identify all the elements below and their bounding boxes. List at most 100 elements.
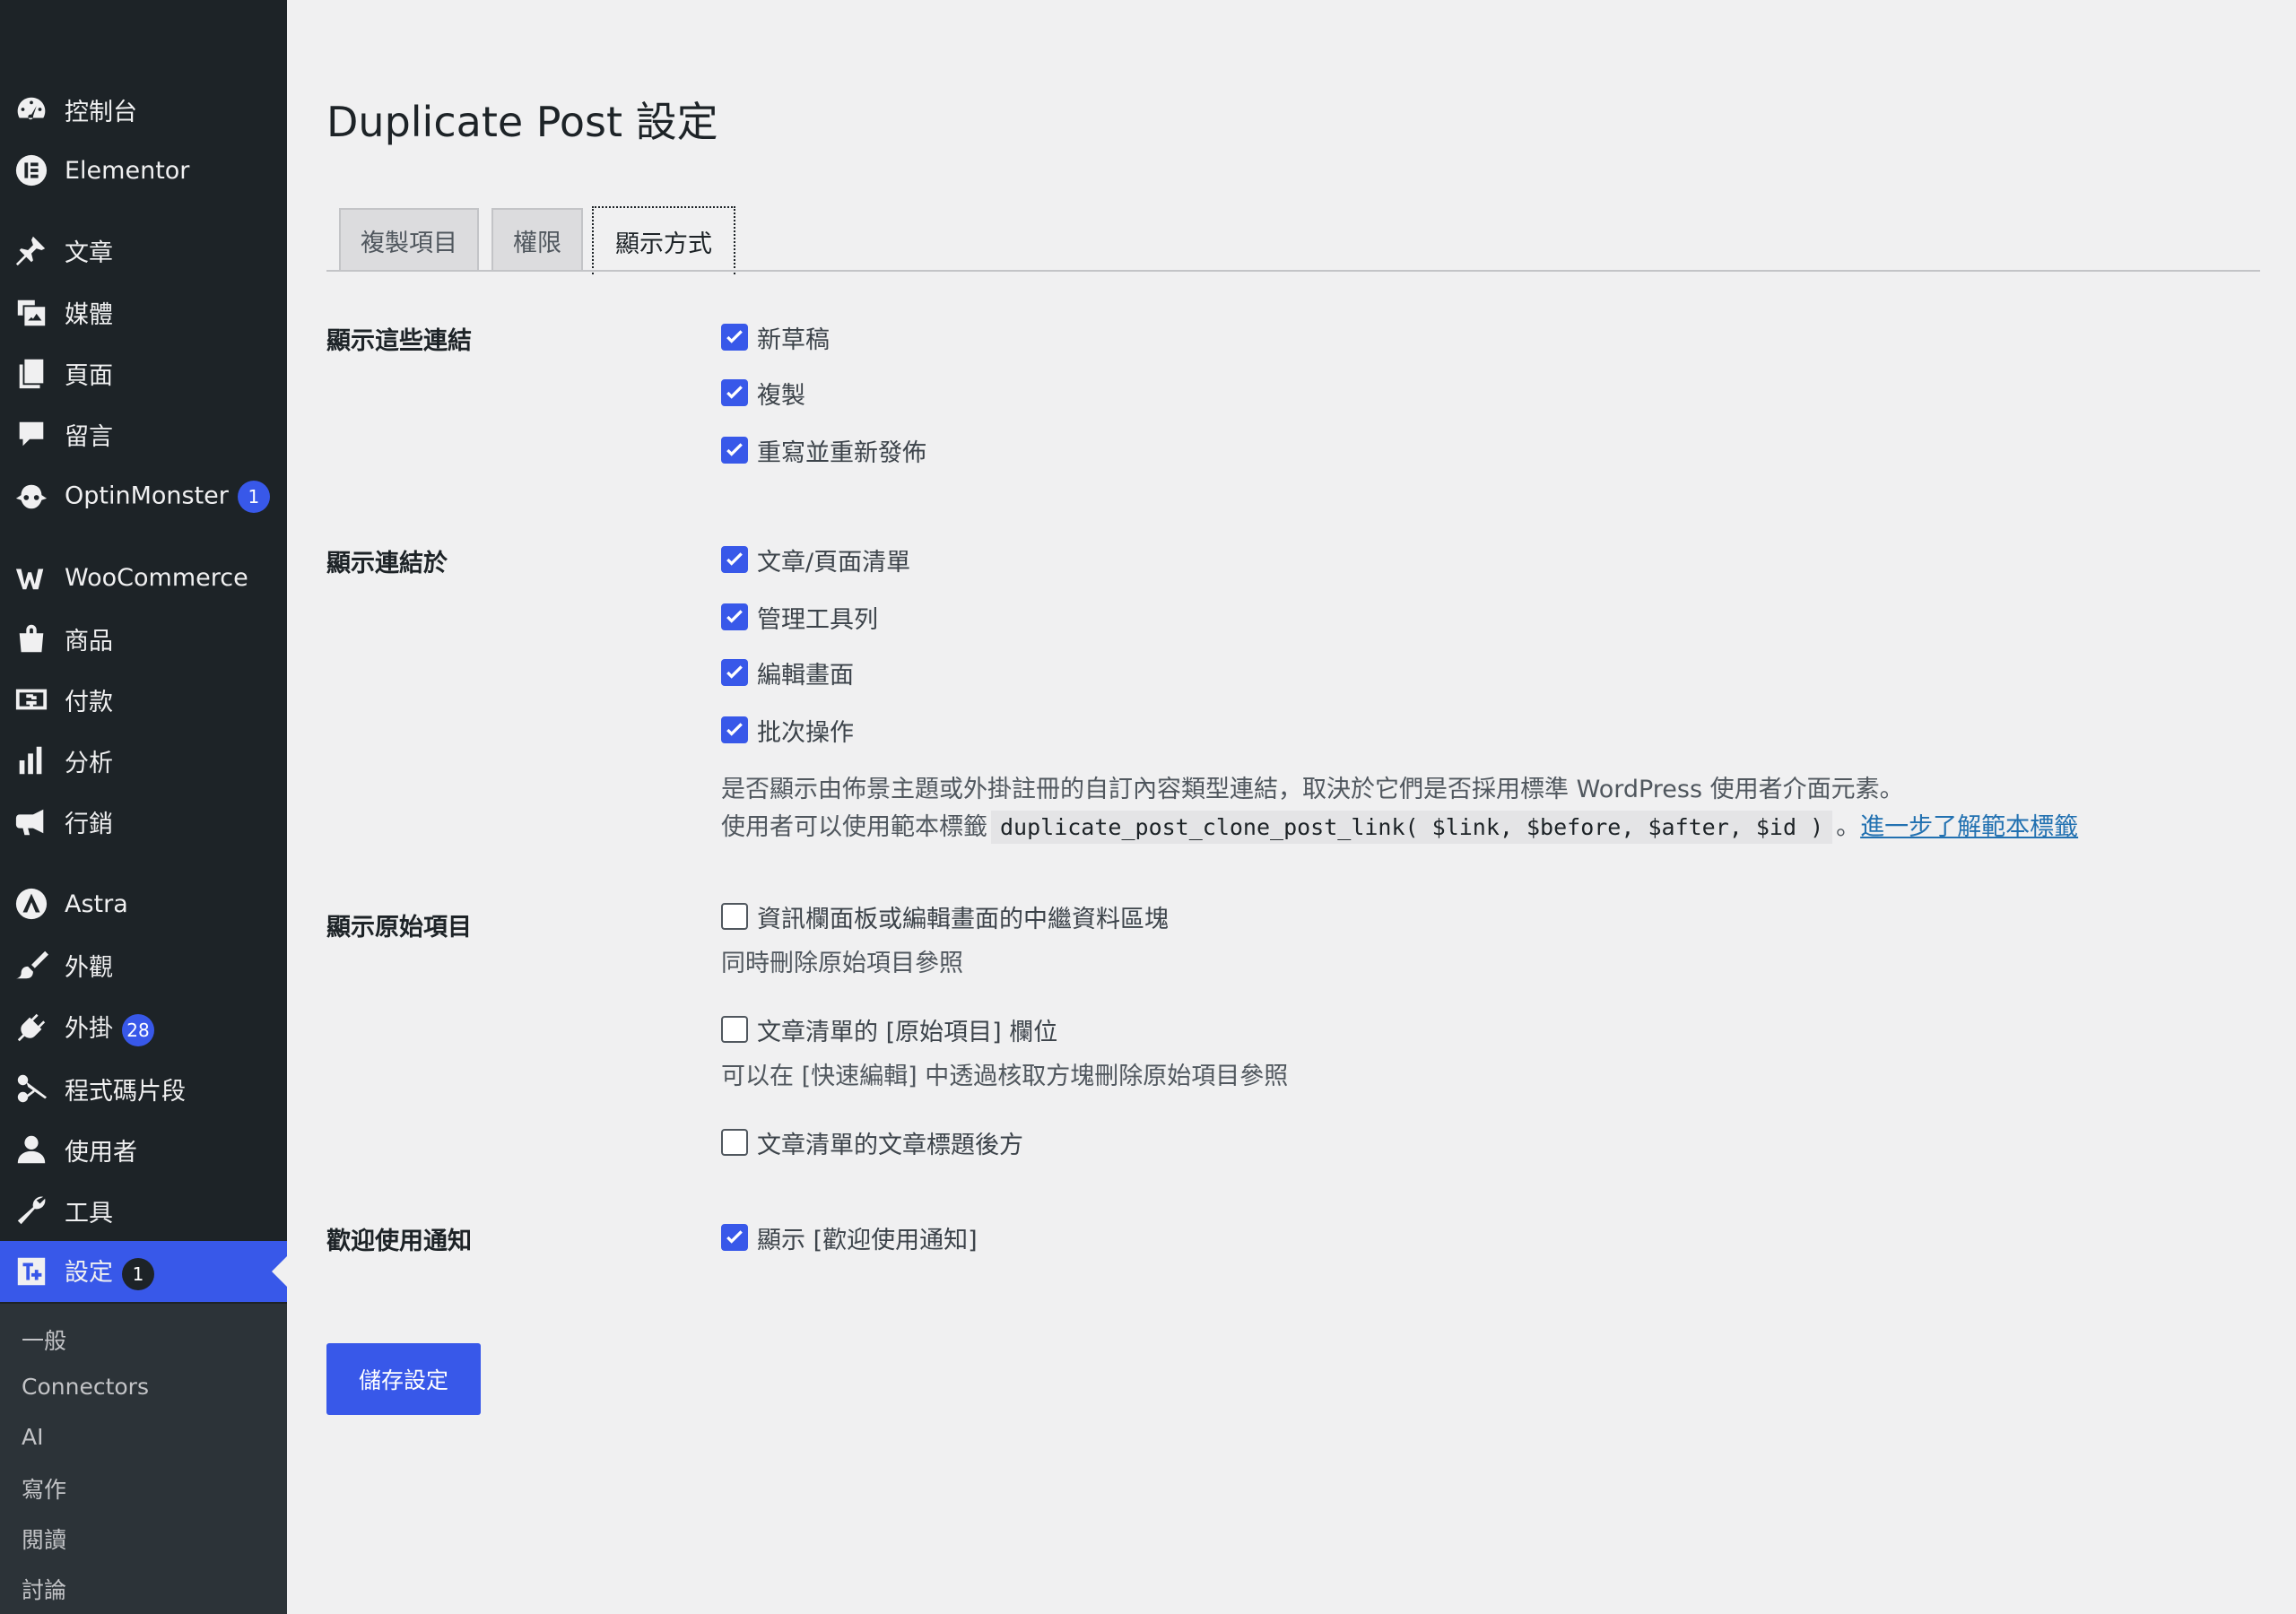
submenu-item-ai[interactable]: AI xyxy=(22,1424,43,1450)
welcome-notice-label: 歡迎使用通知 xyxy=(326,1228,472,1255)
checkbox-checked[interactable] xyxy=(721,437,748,464)
checkbox-checked[interactable] xyxy=(721,379,748,406)
menu-item-analytics[interactable]: 分析 xyxy=(0,730,287,791)
wrench-icon xyxy=(13,1192,50,1229)
menu-label: 外掛 28 xyxy=(65,1009,154,1046)
menu-item-payments[interactable]: 付款 xyxy=(0,669,287,730)
elementor-icon xyxy=(13,152,50,189)
submenu-item-general[interactable]: 一般 xyxy=(22,1323,66,1356)
template-tag-link[interactable]: 進一步了解範本標籤 xyxy=(1860,813,2078,841)
option-clone[interactable]: 複製 xyxy=(721,377,805,410)
option-post-list[interactable]: 文章/頁面清單 xyxy=(721,543,911,577)
menu-item-products[interactable]: 商品 xyxy=(0,608,287,669)
active-indicator xyxy=(272,1256,287,1287)
option-bulk-actions[interactable]: 批次操作 xyxy=(721,714,854,747)
submenu-item-reading[interactable]: 閱讀 xyxy=(22,1523,66,1555)
payments-icon xyxy=(13,681,50,718)
option-edit-screen[interactable]: 編輯畫面 xyxy=(721,656,854,690)
menu-item-posts[interactable]: 文章 xyxy=(0,220,287,281)
checkbox-unchecked[interactable] xyxy=(721,1129,748,1156)
dashboard-icon xyxy=(13,91,50,128)
menu-item-astra[interactable]: Astra xyxy=(0,873,287,934)
option-show-welcome[interactable]: 顯示 [歡迎使用通知] xyxy=(721,1221,978,1254)
checkbox-checked[interactable] xyxy=(721,1224,748,1251)
admin-sidebar: 控制台 Elementor 文章 媒體 頁面 留言 OptinMonster 1 … xyxy=(0,0,287,1614)
option-label: 文章/頁面清單 xyxy=(757,548,911,577)
menu-label: 程式碼片段 xyxy=(65,1077,186,1106)
option-metabox-description: 同時刪除原始項目參照 xyxy=(721,950,963,977)
menu-item-tools[interactable]: 工具 xyxy=(0,1180,287,1241)
scissors-icon xyxy=(13,1070,50,1107)
menu-label: 留言 xyxy=(65,422,113,451)
option-original-column[interactable]: 文章清單的 [原始項目] 欄位 xyxy=(721,1013,1057,1046)
option-original-column-description: 可以在 [快速編輯] 中透過核取方塊刪除原始項目參照 xyxy=(721,1063,1289,1090)
menu-item-appearance[interactable]: 外觀 xyxy=(0,934,287,995)
option-metabox[interactable]: 資訊欄面板或編輯畫面的中繼資料區塊 xyxy=(721,900,1169,933)
tab-permissions[interactable]: 權限 xyxy=(491,208,583,271)
menu-item-plugins[interactable]: 外掛 28 xyxy=(0,997,287,1058)
save-settings-button[interactable]: 儲存設定 xyxy=(326,1343,481,1415)
menu-item-code-snippets[interactable]: 程式碼片段 xyxy=(0,1058,287,1119)
menu-item-users[interactable]: 使用者 xyxy=(0,1119,287,1180)
option-label: 編輯畫面 xyxy=(757,661,854,690)
option-label: 複製 xyxy=(757,381,805,410)
show-links-in-description: 是否顯示由佈景主題或外掛註冊的自訂內容類型連結，取決於它們是否採用標準 Word… xyxy=(721,776,1904,803)
menu-label: Astra xyxy=(65,889,128,918)
menu-item-optinmonster[interactable]: OptinMonster 1 xyxy=(0,466,287,527)
checkbox-checked[interactable] xyxy=(721,716,748,743)
comment-icon xyxy=(13,415,50,453)
checkbox-unchecked[interactable] xyxy=(721,903,748,930)
settings-submenu: 一般 Connectors AI 寫作 閱讀 討論 xyxy=(0,1304,287,1614)
checkbox-checked[interactable] xyxy=(721,324,748,351)
analytics-icon xyxy=(13,742,50,779)
menu-label: 使用者 xyxy=(65,1138,137,1167)
submenu-item-discussion[interactable]: 討論 xyxy=(22,1573,66,1605)
menu-item-dashboard[interactable]: 控制台 xyxy=(0,79,287,140)
checkbox-checked[interactable] xyxy=(721,603,748,630)
checkbox-checked[interactable] xyxy=(721,546,748,573)
menu-item-pages[interactable]: 頁面 xyxy=(0,343,287,404)
products-icon xyxy=(13,620,50,657)
menu-label: Elementor xyxy=(65,156,190,185)
optinmonster-icon xyxy=(13,478,50,516)
megaphone-icon xyxy=(13,803,50,840)
checkbox-checked[interactable] xyxy=(721,659,748,686)
option-new-draft[interactable]: 新草稿 xyxy=(721,321,830,354)
menu-label: 工具 xyxy=(65,1199,113,1228)
menu-item-settings[interactable]: 設定 1 xyxy=(0,1241,287,1302)
tab-divider xyxy=(326,270,2260,272)
page-title: Duplicate Post 設定 xyxy=(326,98,718,146)
menu-item-marketing[interactable]: 行銷 xyxy=(0,791,287,852)
template-tag-description: 使用者可以使用範本標籤 duplicate_post_clone_post_lin… xyxy=(721,807,2078,844)
menu-label: 媒體 xyxy=(65,300,113,329)
main-content: Duplicate Post 設定 複製項目 權限 顯示方式 顯示這些連結 新草… xyxy=(287,0,2296,1614)
menu-item-elementor[interactable]: Elementor xyxy=(0,140,287,201)
show-original-label: 顯示原始項目 xyxy=(326,914,472,941)
submenu-item-writing[interactable]: 寫作 xyxy=(22,1472,66,1505)
menu-item-comments[interactable]: 留言 xyxy=(0,404,287,464)
option-label: 顯示 [歡迎使用通知] xyxy=(757,1226,978,1254)
update-count-badge: 1 xyxy=(122,1257,154,1290)
menu-item-media[interactable]: 媒體 xyxy=(0,282,287,343)
menu-label: 分析 xyxy=(65,749,113,777)
media-icon xyxy=(13,293,50,331)
option-label: 文章清單的 [原始項目] 欄位 xyxy=(757,1018,1058,1046)
checkbox-unchecked[interactable] xyxy=(721,1016,748,1043)
option-rewrite-republish[interactable]: 重寫並重新發佈 xyxy=(721,434,926,467)
option-admin-bar[interactable]: 管理工具列 xyxy=(721,601,878,634)
settings-icon xyxy=(13,1253,50,1290)
show-links-in-label: 顯示連結於 xyxy=(326,550,448,577)
menu-label: OptinMonster 1 xyxy=(65,481,270,513)
astra-icon xyxy=(13,885,50,923)
option-label: 資訊欄面板或編輯畫面的中繼資料區塊 xyxy=(757,905,1169,933)
submenu-item-connectors[interactable]: Connectors xyxy=(22,1374,149,1400)
menu-item-woocommerce[interactable]: WooCommerce xyxy=(0,547,287,608)
tab-display[interactable]: 顯示方式 xyxy=(592,206,735,274)
option-after-title[interactable]: 文章清單的文章標題後方 xyxy=(721,1126,1023,1159)
tab-copy-items[interactable]: 複製項目 xyxy=(339,208,479,271)
update-count-badge: 1 xyxy=(237,481,270,513)
option-label: 批次操作 xyxy=(757,718,854,747)
menu-label: 行銷 xyxy=(65,810,113,838)
menu-label: 文章 xyxy=(65,239,113,267)
pin-icon xyxy=(13,231,50,269)
